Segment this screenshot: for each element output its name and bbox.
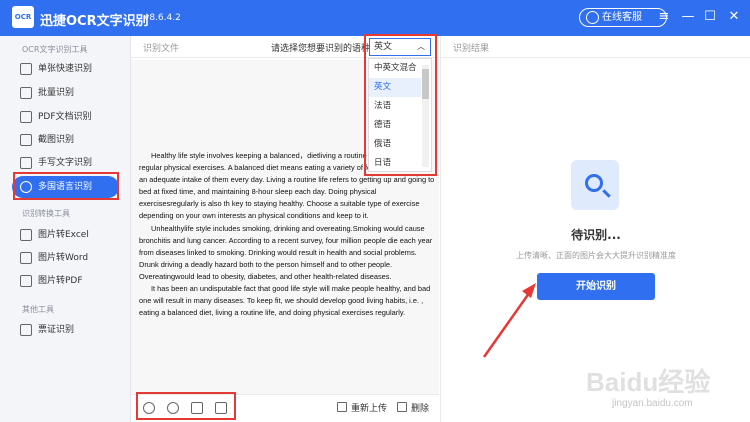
sidebar-item-label: PDF文档识别	[38, 112, 92, 122]
annotation-box-toolbar	[136, 392, 236, 420]
pdf-icon	[20, 111, 32, 123]
ticket-icon	[20, 324, 32, 336]
watermark-logo: Baidu经验	[586, 367, 711, 397]
online-service-label: 在线客服	[602, 12, 642, 23]
sidebar-item-label: 手写文字识别	[38, 158, 93, 168]
result-panel-title: 识别结果	[453, 44, 490, 54]
sidebar-item-label: 图片转Word	[38, 253, 89, 263]
upload-icon	[337, 402, 347, 412]
document-paragraph: It has been an undisputable fact that go…	[139, 284, 431, 318]
search-document-icon	[571, 160, 619, 210]
app-version: v8.6.4.2	[144, 13, 181, 23]
maximize-icon[interactable]: ☐	[702, 8, 718, 26]
delete-button[interactable]: 删除	[397, 401, 429, 414]
upload-tip: 上传清晰、正面的图片会大大提升识别精准度	[516, 251, 676, 260]
sidebar-item-label: 截图识别	[38, 135, 75, 145]
minimize-icon[interactable]: —	[680, 8, 696, 26]
watermark-url: jingyan.baidu.com	[612, 398, 693, 409]
menu-icon[interactable]: ≡	[656, 8, 672, 26]
app-logo-icon: OCR	[12, 6, 34, 28]
trash-icon	[397, 402, 407, 412]
pending-status: 待识别...	[571, 228, 621, 242]
sidebar-item-label: 图片转PDF	[38, 276, 83, 286]
title-bar: OCR 迅捷OCR文字识别 v8.6.4.2 在线客服 ≡ — ☐ ✕	[0, 0, 750, 36]
result-panel-header: 识别结果	[441, 36, 750, 58]
reupload-label: 重新上传	[351, 404, 388, 414]
sidebar-item-handwriting[interactable]: 手写文字识别	[12, 152, 119, 174]
close-icon[interactable]: ✕	[726, 8, 742, 26]
handwriting-icon	[20, 157, 32, 169]
language-prompt: 请选择您想要识别的语种	[271, 44, 371, 54]
excel-icon	[20, 229, 32, 241]
screenshot-icon	[20, 134, 32, 146]
online-service-button[interactable]: 在线客服	[579, 8, 667, 27]
document-panel-title: 识别文件	[143, 44, 180, 54]
app-name: 迅捷OCR文字识别	[40, 14, 149, 29]
annotation-box-dropdown	[364, 34, 437, 176]
start-recognition-button[interactable]: 开始识别	[537, 273, 655, 300]
sidebar-section-title: OCR文字识别工具	[22, 45, 88, 54]
sidebar-item-excel[interactable]: 图片转Excel	[12, 224, 119, 246]
sidebar-item-screenshot[interactable]: 截图识别	[12, 129, 119, 151]
batch-icon	[20, 87, 32, 99]
scan-icon	[20, 63, 32, 75]
sidebar-item-label: 票证识别	[38, 325, 75, 335]
sidebar-section-title: 识别转换工具	[22, 209, 70, 218]
word-icon	[20, 252, 32, 264]
pdf-file-icon	[20, 275, 32, 287]
user-icon	[586, 11, 599, 24]
sidebar-item-single-quick[interactable]: 单张快速识别	[12, 58, 119, 80]
reupload-button[interactable]: 重新上传	[337, 401, 387, 414]
sidebar-item-label: 批量识别	[38, 88, 75, 98]
sidebar-item-label: 图片转Excel	[38, 230, 89, 240]
sidebar-item-word[interactable]: 图片转Word	[12, 247, 119, 269]
sidebar-item-pdf[interactable]: PDF文档识别	[12, 106, 119, 128]
sidebar: OCR文字识别工具 单张快速识别 批量识别 PDF文档识别 截图识别 手写文字识…	[0, 36, 131, 422]
delete-label: 删除	[411, 404, 430, 414]
document-paragraph: Unhealthylife style includes smoking, dr…	[139, 223, 433, 281]
sidebar-item-image-to-pdf[interactable]: 图片转PDF	[12, 270, 119, 292]
sidebar-section-title: 其他工具	[22, 305, 54, 314]
sidebar-item-batch[interactable]: 批量识别	[12, 82, 119, 104]
annotation-box-sidebar	[13, 172, 119, 200]
sidebar-item-label: 单张快速识别	[38, 64, 93, 74]
sidebar-item-ticket[interactable]: 票证识别	[12, 319, 119, 341]
